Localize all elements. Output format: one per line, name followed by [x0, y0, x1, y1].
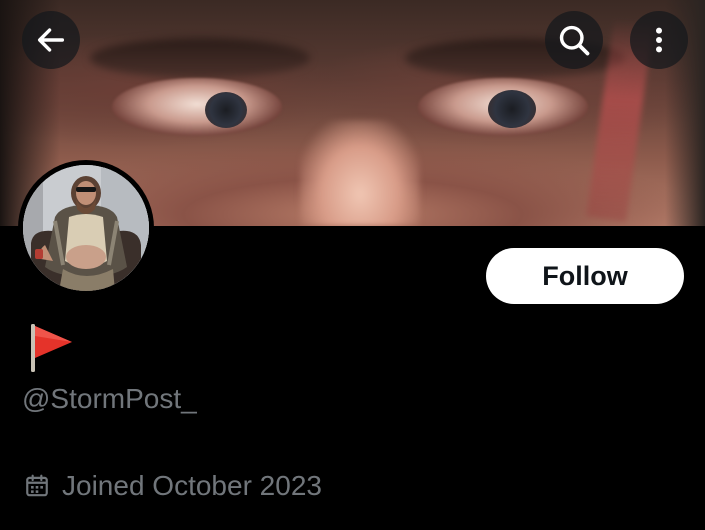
arrow-left-icon — [37, 28, 65, 52]
back-button[interactable] — [22, 11, 80, 69]
profile-handle: @StormPost_ — [22, 383, 197, 414]
avatar[interactable] — [18, 160, 154, 296]
red-triangular-flag-emoji — [31, 324, 72, 372]
joined-date-text: Joined October 2023 — [62, 470, 322, 501]
search-button[interactable] — [545, 11, 603, 69]
banner-eye-left — [112, 78, 282, 136]
joined-date-row: Joined October 2023 — [24, 468, 322, 504]
banner-brow-left — [90, 38, 310, 78]
avatar-image — [23, 165, 149, 291]
banner-nose — [300, 120, 420, 226]
display-name — [26, 322, 86, 374]
avatar-illustration — [23, 165, 149, 291]
profile-screen: Follow @StormPost_ Joined October 2023 — [0, 0, 705, 530]
search-icon — [559, 25, 590, 56]
more-options-button[interactable] — [630, 11, 688, 69]
more-vertical-icon — [656, 27, 662, 53]
calendar-icon — [26, 474, 48, 497]
follow-button[interactable]: Follow — [486, 248, 684, 304]
